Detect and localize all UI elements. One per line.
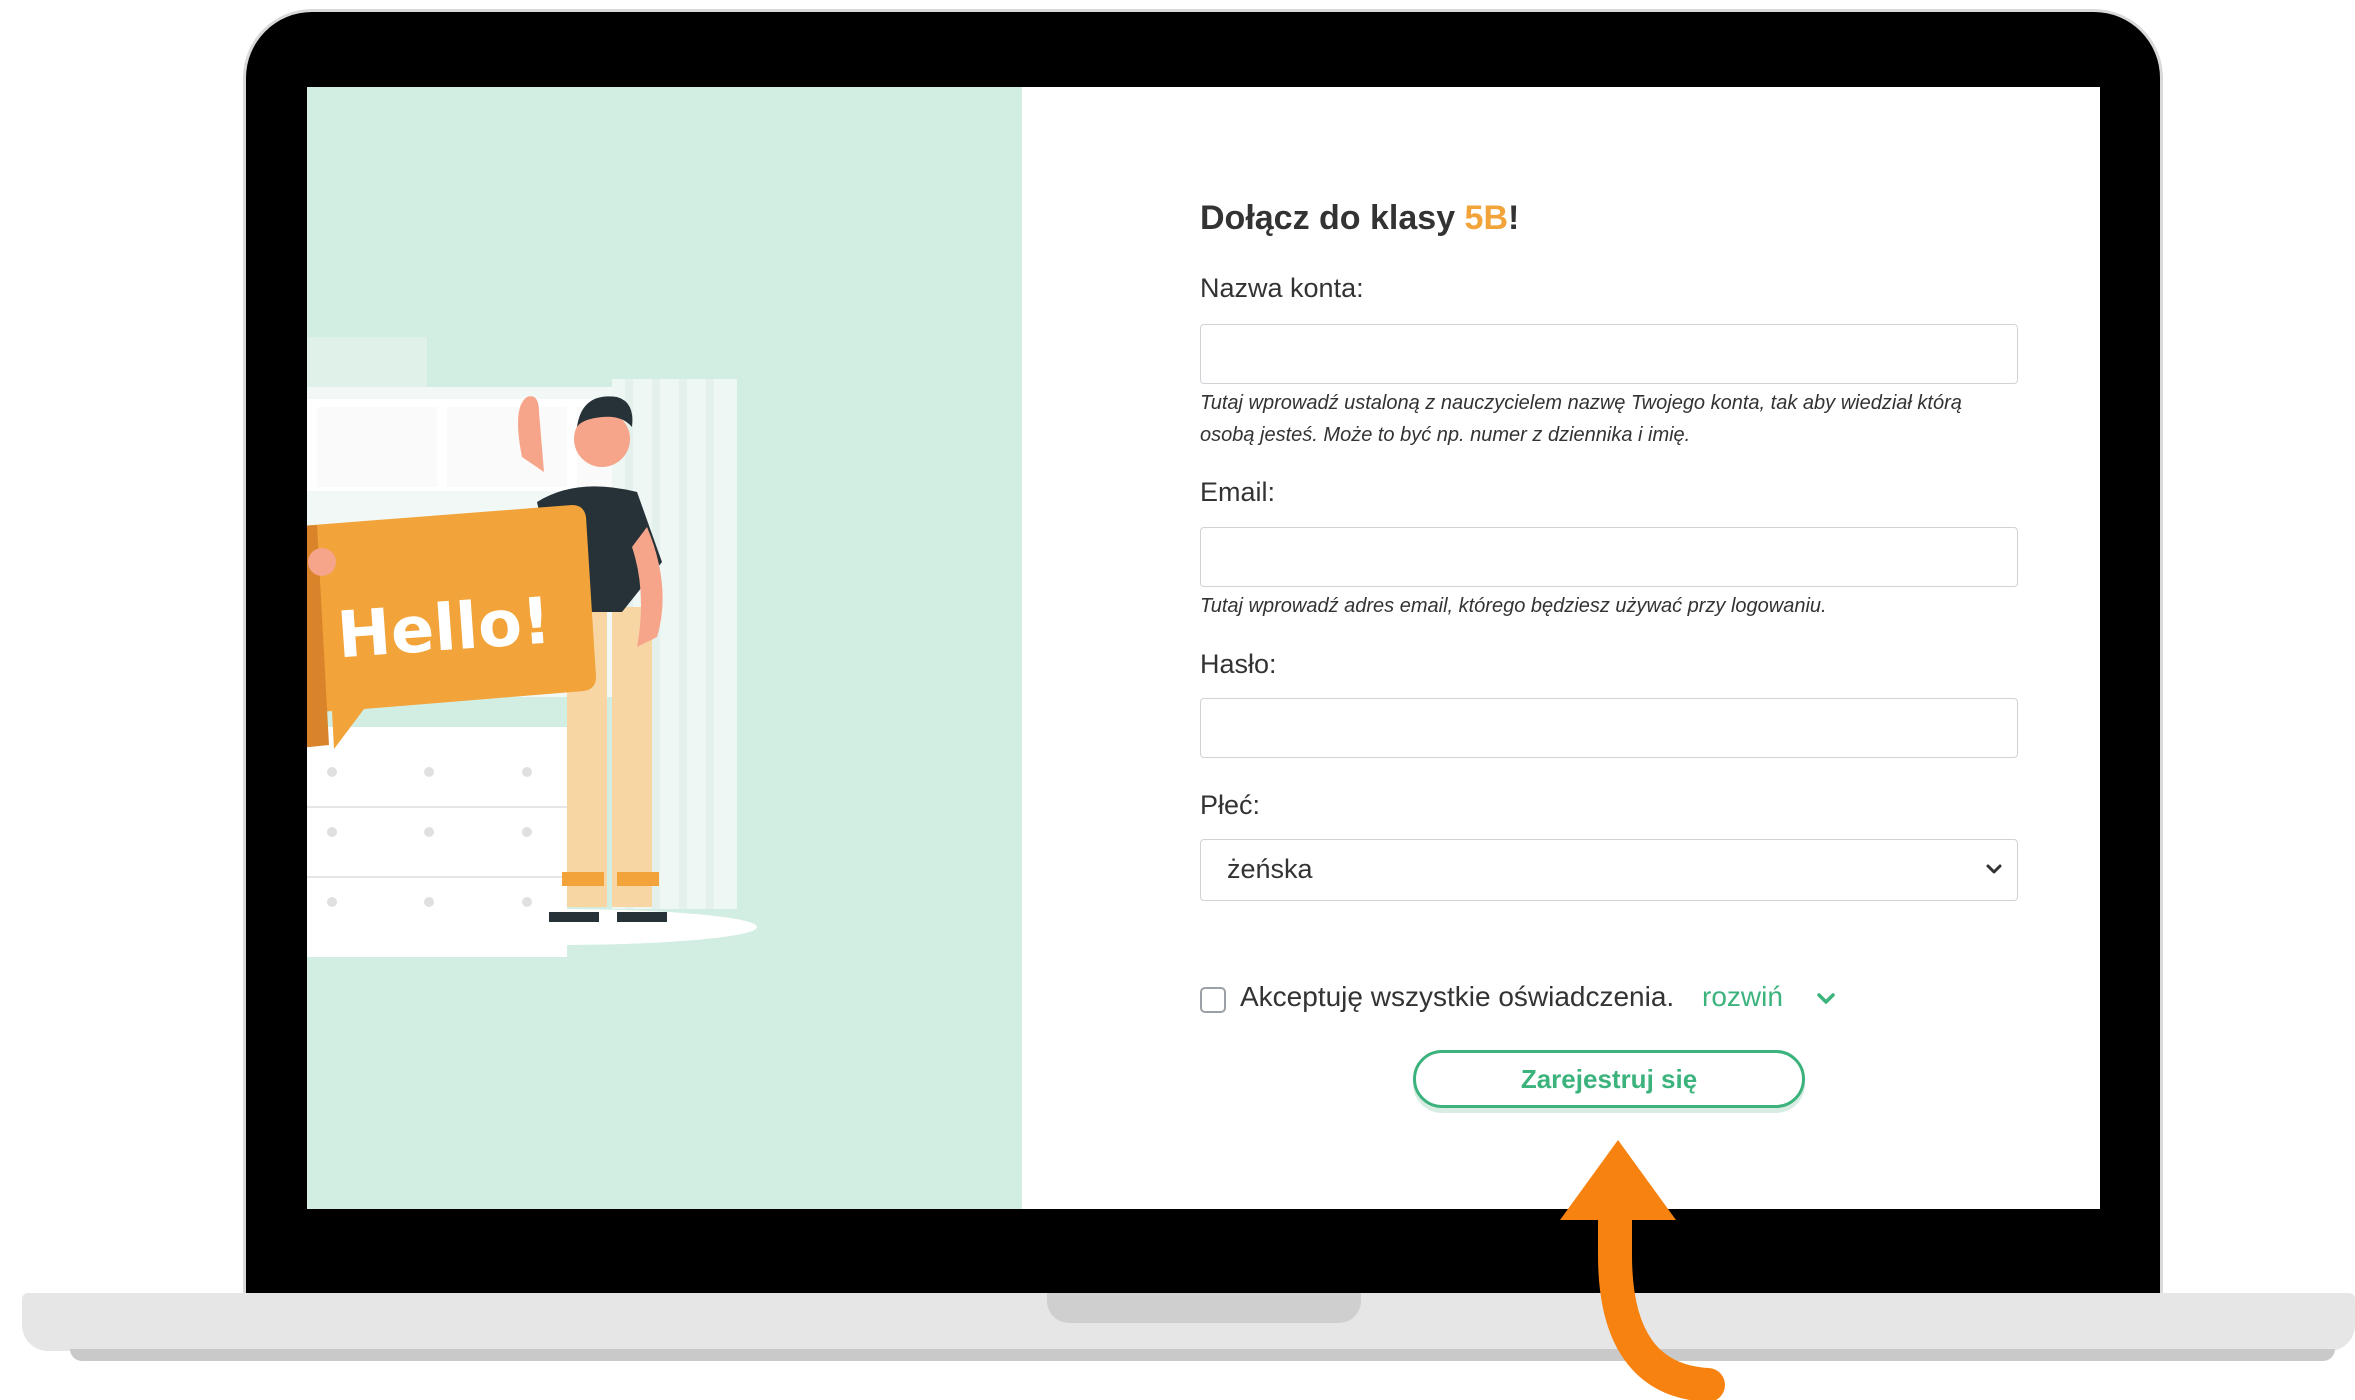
class-name: 5B	[1464, 199, 1509, 237]
account-name-hint: Tutaj wprowadź ustaloną z nauczycielem n…	[1200, 392, 1962, 446]
accept-label: Akceptuję wszystkie oświadczenia.	[1240, 981, 1675, 1012]
account-name-label: Nazwa konta:	[1200, 273, 1364, 303]
arrow-pointer-icon	[1560, 1140, 1725, 1400]
accept-checkbox[interactable]	[1200, 987, 1226, 1013]
email-hint: Tutaj wprowadź adres email, którego będz…	[1200, 595, 1827, 617]
illustration-panel: Hello!	[307, 87, 1022, 1209]
laptop-base-shadow	[70, 1349, 2335, 1361]
gender-label: Płeć:	[1200, 790, 1261, 820]
laptop-screen: Hello! Dołącz do klasy 5B! Nazwa konta: …	[307, 87, 2100, 1209]
register-button[interactable]: Zarejestruj się	[1413, 1050, 1805, 1108]
account-name-input[interactable]	[1200, 324, 2018, 384]
expand-link[interactable]: rozwiń	[1702, 981, 1783, 1013]
title-suffix: !	[1508, 199, 1520, 237]
laptop-notch	[1047, 1293, 1361, 1323]
email-label: Email:	[1200, 477, 1276, 507]
registration-form: Dołącz do klasy 5B! Nazwa konta: Tutaj w…	[1200, 87, 2030, 1209]
gender-select[interactable]: żeńska	[1200, 839, 2018, 901]
password-label: Hasło:	[1200, 649, 1277, 679]
hello-illustration: Hello!	[307, 337, 757, 957]
title-prefix: Dołącz do klasy	[1200, 199, 1465, 237]
chevron-down-icon	[1986, 864, 2002, 874]
gender-selected-value: żeńska	[1227, 854, 1313, 884]
email-input[interactable]	[1200, 527, 2018, 587]
password-input[interactable]	[1200, 698, 2018, 758]
chevron-down-icon[interactable]	[1814, 987, 1838, 1011]
hello-sign-text: Hello!	[335, 585, 554, 674]
page-title: Dołącz do klasy 5B!	[1200, 199, 1519, 238]
